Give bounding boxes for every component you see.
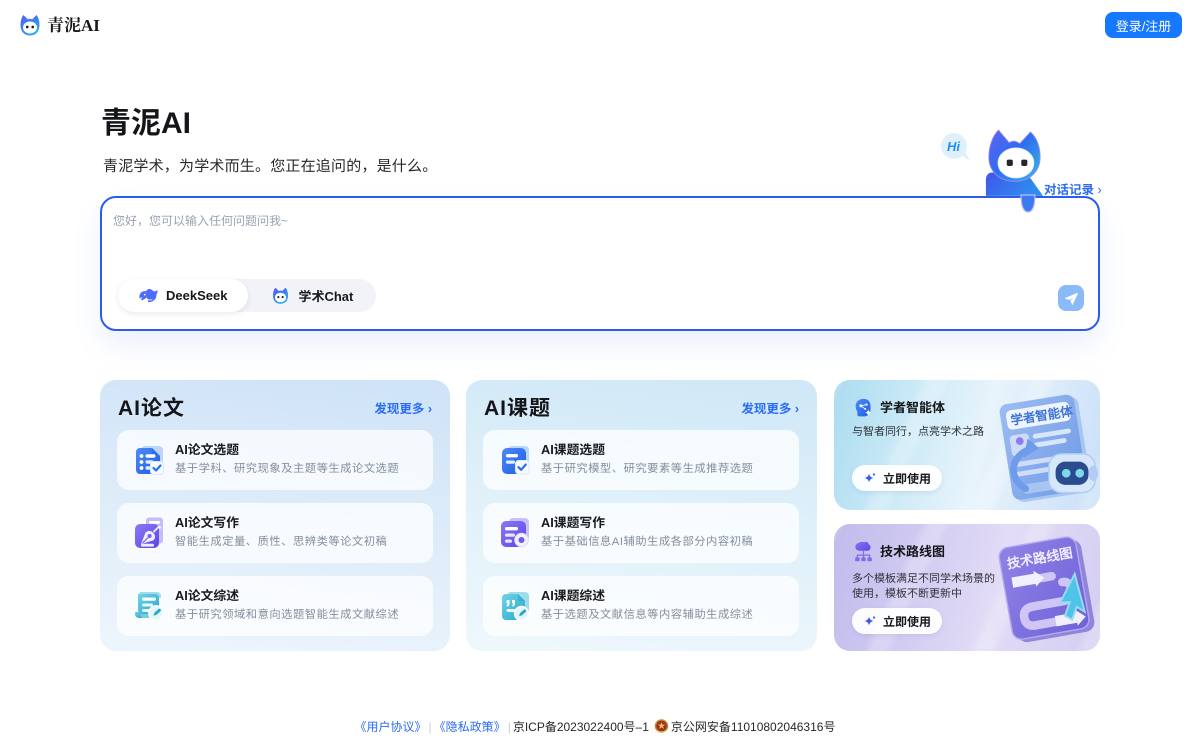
svg-text:Hi: Hi bbox=[947, 139, 960, 154]
